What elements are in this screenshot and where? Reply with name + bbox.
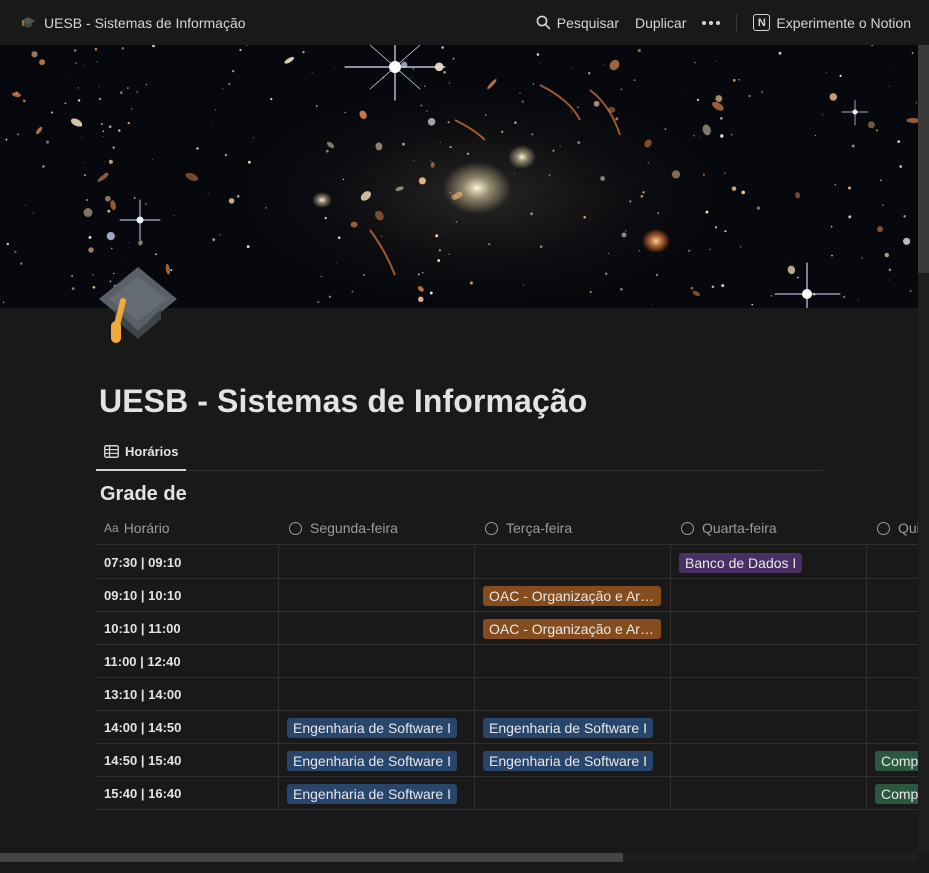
- day-cell[interactable]: [867, 645, 918, 678]
- day-cell[interactable]: [867, 579, 918, 612]
- subject-tag[interactable]: OAC - Organização e Arquitetura de Compu…: [483, 585, 661, 606]
- day-cell[interactable]: [867, 546, 918, 579]
- day-cell[interactable]: [671, 678, 867, 711]
- day-cell[interactable]: [475, 777, 671, 810]
- database-title[interactable]: Grade de: [100, 483, 187, 506]
- column-header-terca[interactable]: Terça-feira: [485, 511, 671, 545]
- duplicate-button[interactable]: Duplicar: [635, 15, 686, 31]
- day-cell[interactable]: [671, 612, 867, 645]
- breadcrumb[interactable]: UESB - Sistemas de Informação: [0, 15, 520, 31]
- table-header: Aa Horário Segunda-feira Terça-feira Qua…: [96, 511, 918, 545]
- try-notion-button[interactable]: N Experimente o Notion: [753, 14, 911, 31]
- subject-tag[interactable]: Comp: [875, 750, 918, 771]
- subject-tag[interactable]: Engenharia de Software I: [483, 750, 653, 771]
- table-row[interactable]: 10:10 | 11:00 OAC - Organização e Arquite…: [96, 612, 918, 645]
- day-cell[interactable]: Banco de Dados I: [671, 546, 867, 579]
- tab-horarios[interactable]: Horários: [96, 433, 187, 471]
- horizontal-scrollbar-thumb[interactable]: [0, 853, 623, 862]
- day-cell[interactable]: [671, 645, 867, 678]
- time-cell[interactable]: 15:40 | 16:40: [96, 777, 279, 810]
- page-title[interactable]: UESB - Sistemas de Informação: [99, 383, 587, 420]
- column-header-horario[interactable]: Aa Horário: [104, 511, 279, 545]
- day-cell[interactable]: [475, 546, 671, 579]
- view-tabs: Horários: [96, 433, 823, 471]
- select-property-icon: [877, 521, 890, 535]
- subject-tag[interactable]: OAC - Organização e Arquitetura de Compu…: [483, 618, 661, 639]
- breadcrumb-page-title[interactable]: UESB - Sistemas de Informação: [44, 15, 246, 31]
- day-cell[interactable]: [671, 711, 867, 744]
- column-header-label: Quinta-feira: [898, 520, 918, 536]
- table-icon: [104, 444, 119, 458]
- select-property-icon: [681, 521, 694, 535]
- time-cell[interactable]: 11:00 | 12:40: [96, 645, 279, 678]
- schedule-table: Aa Horário Segunda-feira Terça-feira Qua…: [96, 511, 918, 811]
- search-label: Pesquisar: [556, 14, 619, 31]
- select-property-icon: [485, 521, 498, 535]
- day-cell[interactable]: [671, 744, 867, 777]
- day-cell[interactable]: [671, 579, 867, 612]
- time-cell[interactable]: 09:10 | 10:10: [96, 579, 279, 612]
- subject-tag[interactable]: Banco de Dados I: [679, 552, 803, 573]
- day-cell[interactable]: Engenharia de Software I: [279, 777, 475, 810]
- day-cell[interactable]: [279, 579, 475, 612]
- subject-tag[interactable]: Engenharia de Software I: [483, 717, 653, 738]
- day-cell[interactable]: [279, 645, 475, 678]
- day-cell[interactable]: Engenharia de Software I: [279, 744, 475, 777]
- table-row[interactable]: 15:40 | 16:40 Engenharia de Software I Com…: [96, 777, 918, 810]
- search-button[interactable]: Pesquisar: [536, 15, 619, 31]
- subject-tag[interactable]: Comp: [875, 783, 918, 804]
- time-cell[interactable]: 13:10 | 14:00: [96, 678, 279, 711]
- time-cell[interactable]: 14:50 | 15:40: [96, 744, 279, 777]
- day-cell[interactable]: Comp: [867, 777, 918, 810]
- more-options-icon[interactable]: [702, 20, 721, 25]
- column-header-label: Terça-feira: [506, 520, 573, 536]
- table-row[interactable]: 09:10 | 10:10 OAC - Organização e Arquite…: [96, 579, 918, 612]
- day-cell[interactable]: [671, 777, 867, 810]
- day-cell[interactable]: [867, 612, 918, 645]
- time-cell[interactable]: 10:10 | 11:00: [96, 612, 279, 645]
- day-cell[interactable]: [279, 678, 475, 711]
- day-cell[interactable]: [475, 645, 671, 678]
- duplicate-label: Duplicar: [635, 14, 687, 31]
- graduation-cap-icon: [21, 16, 35, 28]
- day-cell[interactable]: OAC - Organização e Arquitetura de Compu…: [475, 612, 671, 645]
- search-icon: [536, 15, 551, 30]
- vertical-scrollbar-thumb[interactable]: [918, 45, 929, 273]
- divider: [736, 13, 738, 32]
- day-cell[interactable]: Engenharia de Software I: [279, 711, 475, 744]
- table-row[interactable]: 11:00 | 12:40: [96, 645, 918, 678]
- tab-horarios-label: Horários: [125, 443, 179, 459]
- day-cell[interactable]: [475, 678, 671, 711]
- try-notion-label: Experimente o Notion: [776, 14, 911, 31]
- notion-logo-icon: N: [753, 14, 771, 31]
- table-row[interactable]: 14:00 | 14:50 Engenharia de Software I Eng…: [96, 711, 918, 744]
- top-bar: UESB - Sistemas de Informação Pesquisar …: [0, 0, 929, 45]
- time-cell[interactable]: 07:30 | 09:10: [96, 546, 279, 579]
- column-header-label: Quarta-feira: [702, 520, 777, 536]
- subject-tag[interactable]: Engenharia de Software I: [287, 750, 457, 771]
- column-header-quinta[interactable]: Quinta-feira: [877, 511, 918, 545]
- graduation-cap-icon[interactable]: [97, 263, 179, 347]
- text-property-icon: Aa: [104, 521, 119, 535]
- subject-tag[interactable]: Engenharia de Software I: [287, 783, 457, 804]
- table-row[interactable]: 14:50 | 15:40 Engenharia de Software I Eng…: [96, 744, 918, 777]
- subject-tag[interactable]: Engenharia de Software I: [287, 717, 457, 738]
- table-row[interactable]: 13:10 | 14:00: [96, 678, 918, 711]
- day-cell[interactable]: Engenharia de Software I: [475, 711, 671, 744]
- select-property-icon: [289, 521, 302, 535]
- column-header-quarta[interactable]: Quarta-feira: [681, 511, 867, 545]
- table-row[interactable]: 07:30 | 09:10 Banco de Dados I: [96, 546, 918, 579]
- column-header-segunda[interactable]: Segunda-feira: [289, 511, 475, 545]
- vertical-scrollbar-track[interactable]: [918, 273, 929, 853]
- day-cell[interactable]: Engenharia de Software I: [475, 744, 671, 777]
- day-cell[interactable]: [867, 678, 918, 711]
- column-header-label: Segunda-feira: [310, 520, 398, 536]
- day-cell[interactable]: [279, 546, 475, 579]
- time-cell[interactable]: 14:00 | 14:50: [96, 711, 279, 744]
- day-cell[interactable]: [279, 612, 475, 645]
- day-cell[interactable]: [867, 711, 918, 744]
- day-cell[interactable]: Comp: [867, 744, 918, 777]
- day-cell[interactable]: OAC - Organização e Arquitetura de Compu…: [475, 579, 671, 612]
- column-header-label: Horário: [123, 520, 170, 536]
